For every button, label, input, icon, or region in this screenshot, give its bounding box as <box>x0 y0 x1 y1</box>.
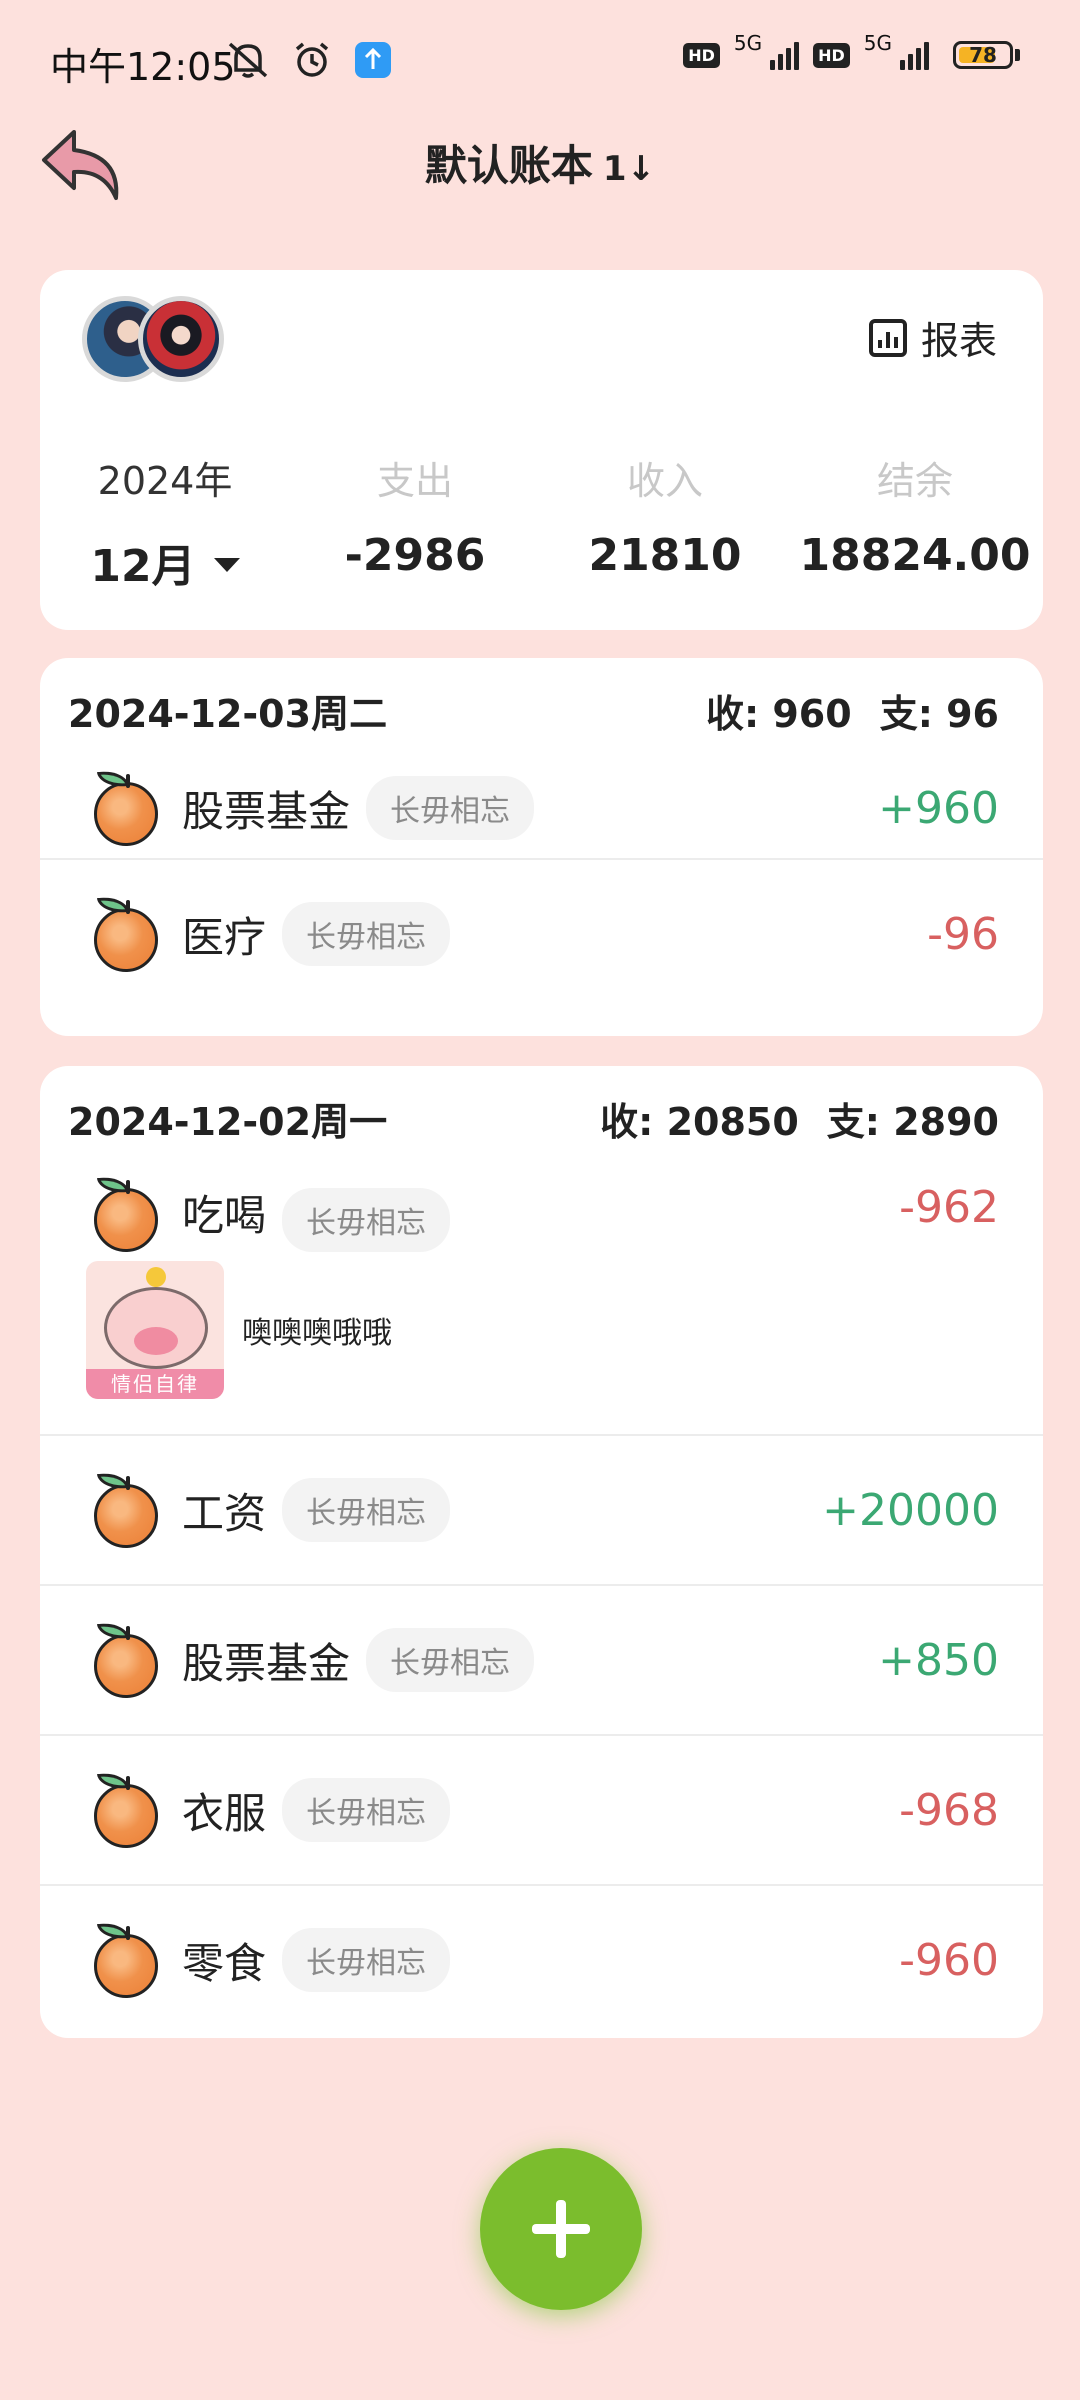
avatar <box>138 296 224 382</box>
category-label: 衣服 <box>182 1788 267 1838</box>
transaction-row[interactable]: 衣服 长毋相忘 -968 <box>40 1734 1043 1884</box>
note-row: 情侣自律 噢噢噢哦哦 <box>86 1261 392 1399</box>
expense-value: -2986 <box>344 530 486 581</box>
alarm-icon <box>295 42 329 77</box>
category-label: 零食 <box>182 1938 267 1988</box>
network-type: 5G <box>733 31 763 55</box>
report-button[interactable]: 报表 <box>868 310 997 365</box>
header: 默认账本 1↓ <box>0 118 1080 200</box>
transaction-row[interactable]: 股票基金 长毋相忘 +960 <box>40 758 1043 858</box>
category-label: 股票基金 <box>182 786 351 836</box>
signal-icon <box>900 40 929 70</box>
battery-icon: 78 <box>953 41 1020 69</box>
report-label: 报表 <box>920 319 997 363</box>
income-value: 21810 <box>588 530 742 581</box>
mute-bell-icon <box>228 42 268 78</box>
orange-icon <box>90 768 166 846</box>
signal-icon <box>770 40 800 70</box>
day-header: 2024-12-03周二 收: 960 支: 96 <box>40 658 1043 758</box>
transaction-row[interactable]: 医疗 长毋相忘 -96 <box>40 858 1043 1008</box>
month-label: 12月 <box>90 541 196 592</box>
summary-card: 报表 2024年 12月 支出 -2986 收入 21810 结余 18824.… <box>40 270 1043 630</box>
day-date: 2024-12-02周一 <box>68 1099 388 1144</box>
transaction-row[interactable]: 股票基金 长毋相忘 +850 <box>40 1584 1043 1734</box>
app-notification-icon <box>355 42 391 78</box>
orange-icon <box>90 1920 166 1998</box>
expense-summary: 支出 -2986 <box>290 450 540 581</box>
avatar-group[interactable] <box>82 296 242 392</box>
page-title[interactable]: 默认账本 1↓ <box>0 132 1080 193</box>
member-tag: 长毋相忘 <box>366 776 535 840</box>
day-card: 2024-12-02周一 收: 20850 支: 2890 吃喝 长毋相忘 -96… <box>40 1066 1043 2038</box>
day-card: 2024-12-03周二 收: 960 支: 96 股票基金 长毋相忘 +960 … <box>40 658 1043 1036</box>
amount: -968 <box>899 1784 999 1836</box>
expense-label: 支出 <box>376 459 453 503</box>
balance-value: 18824.00 <box>799 530 1031 581</box>
network-type: 5G <box>863 31 892 55</box>
transaction-row[interactable]: 零食 长毋相忘 -960 <box>40 1884 1043 2034</box>
status-time: 中午12:05 <box>50 45 236 89</box>
month-select[interactable]: 12月 <box>90 530 240 594</box>
bar-chart-icon <box>868 318 907 357</box>
coin-icon <box>146 1267 166 1287</box>
amount: +850 <box>878 1634 999 1686</box>
battery-level: 78 <box>969 43 997 67</box>
note-text: 噢噢噢哦哦 <box>242 1316 392 1351</box>
member-tag: 长毋相忘 <box>282 1478 451 1542</box>
sort-icon[interactable]: 1↓ <box>603 149 655 189</box>
add-record-button[interactable] <box>480 2148 642 2310</box>
balance-summary: 结余 18824.00 <box>790 450 1040 581</box>
transaction-row[interactable]: 吃喝 长毋相忘 -962 情侣自律 噢噢噢哦哦 <box>40 1166 1043 1434</box>
member-tag: 长毋相忘 <box>282 1778 451 1842</box>
day-totals: 收: 960 支: 96 <box>706 683 999 738</box>
member-tag: 长毋相忘 <box>282 902 451 966</box>
day-header: 2024-12-02周一 收: 20850 支: 2890 <box>40 1066 1043 1166</box>
orange-icon <box>90 894 166 972</box>
income-summary: 收入 21810 <box>540 450 790 581</box>
day-totals: 收: 20850 支: 2890 <box>600 1091 999 1146</box>
hd-badge: HD <box>813 42 850 68</box>
member-tag: 长毋相忘 <box>282 1928 451 1992</box>
ledger-name: 默认账本 <box>424 141 593 190</box>
day-expense-total: 支: 96 <box>879 691 999 736</box>
orange-icon <box>90 1770 166 1848</box>
amount: -962 <box>899 1182 999 1233</box>
category-label: 工资 <box>182 1488 267 1538</box>
status-left-icons <box>226 40 392 80</box>
day-income-total: 收: 960 <box>705 691 852 736</box>
amount: +960 <box>878 782 999 834</box>
member-tag: 长毋相忘 <box>282 1188 451 1252</box>
orange-icon <box>90 1470 166 1548</box>
thumb-label: 情侣自律 <box>86 1369 224 1399</box>
orange-icon <box>90 1620 166 1698</box>
amount: -96 <box>927 908 999 960</box>
day-income-total: 收: 20850 <box>600 1099 799 1144</box>
income-label: 收入 <box>626 459 703 503</box>
amount: +20000 <box>822 1484 999 1536</box>
status-bar: 中午12:05 HD 5G HD 5G 78 <box>0 0 1080 130</box>
day-expense-total: 支: 2890 <box>826 1099 999 1144</box>
day-date: 2024-12-03周二 <box>68 691 388 736</box>
transaction-row[interactable]: 工资 长毋相忘 +20000 <box>40 1434 1043 1584</box>
status-right-icons: HD 5G HD 5G 78 <box>683 31 1020 70</box>
amount: -960 <box>899 1934 999 1986</box>
member-tag: 长毋相忘 <box>366 1628 535 1692</box>
category-label: 医疗 <box>182 912 267 962</box>
date-selector[interactable]: 2024年 12月 <box>40 450 290 594</box>
balance-label: 结余 <box>876 459 953 503</box>
hd-badge: HD <box>683 42 720 68</box>
plus-icon <box>532 2200 590 2258</box>
category-label: 吃喝 <box>182 1191 267 1240</box>
category-label: 股票基金 <box>182 1638 351 1688</box>
caret-down-icon <box>213 558 240 572</box>
orange-icon <box>90 1174 166 1252</box>
year-label: 2024年 <box>97 459 233 503</box>
note-image[interactable]: 情侣自律 <box>86 1261 224 1399</box>
